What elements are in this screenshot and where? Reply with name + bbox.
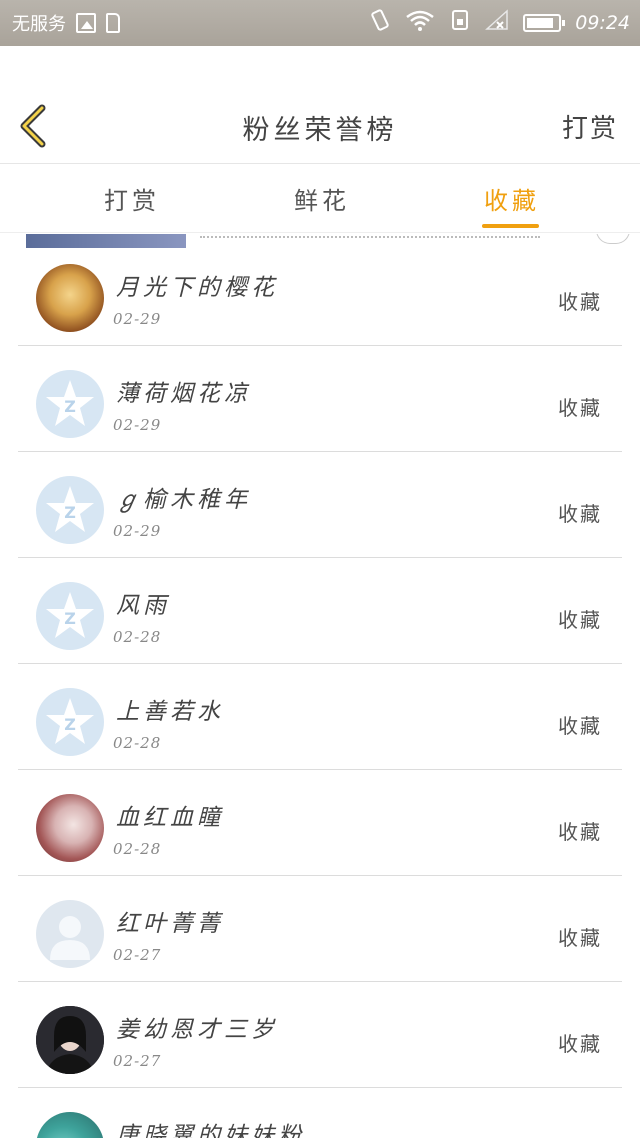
item-action: 收藏: [558, 396, 602, 420]
clock: 09:24: [575, 11, 630, 34]
item-date: 02-28: [113, 628, 162, 646]
item-date: 02-29: [113, 416, 162, 434]
carrier-text: 无服务: [12, 14, 66, 35]
no-signal-icon: [485, 9, 509, 36]
tab-bar: 打赏 鲜花 收藏: [0, 165, 640, 233]
item-action: 收藏: [558, 820, 602, 844]
list-item[interactable]: 红叶菁菁 02-27 收藏: [0, 876, 640, 982]
tab-reward[interactable]: 打赏: [104, 181, 160, 216]
list-item[interactable]: Z 上善若水 02-28 收藏: [0, 664, 640, 770]
svg-text:Z: Z: [64, 715, 76, 734]
avatar[interactable]: [36, 1112, 104, 1138]
default-user-icon: [50, 916, 90, 960]
user-name: 风雨: [116, 593, 170, 619]
sd-card-icon: [106, 13, 120, 33]
default-qq-avatar-icon: Z: [46, 380, 94, 426]
item-date: 02-29: [113, 310, 162, 328]
list-item[interactable]: 血红血瞳 02-28 收藏: [0, 770, 640, 876]
page-title: 粉丝荣誉榜: [242, 115, 398, 146]
active-tab-indicator: [482, 224, 539, 228]
list-item[interactable]: 姜幼恩才三岁 02-27 收藏: [0, 982, 640, 1088]
tab-favorites[interactable]: 收藏: [484, 181, 540, 216]
wifi-icon: [405, 9, 435, 36]
list-item[interactable]: 月光下的樱花 02-29 收藏: [0, 240, 640, 346]
item-action: 收藏: [558, 714, 602, 738]
tab-flowers[interactable]: 鲜花: [294, 181, 350, 216]
svg-text:Z: Z: [64, 609, 76, 628]
user-name: 上善若水: [116, 699, 224, 725]
item-date: 02-28: [113, 840, 162, 858]
default-qq-avatar-icon: Z: [46, 592, 94, 638]
reward-button[interactable]: 打赏: [562, 108, 618, 145]
item-action: 收藏: [558, 926, 602, 950]
list-item[interactable]: Z 薄荷烟花凉 02-29 收藏: [0, 346, 640, 452]
avatar[interactable]: Z: [36, 582, 104, 650]
svg-text:Z: Z: [64, 503, 76, 522]
item-action: 收藏: [558, 502, 602, 526]
avatar[interactable]: Z: [36, 370, 104, 438]
default-qq-avatar-icon: Z: [46, 486, 94, 532]
photo-avatar-image: [36, 1006, 104, 1074]
status-right: 09:24: [369, 9, 630, 36]
avatar[interactable]: [36, 1006, 104, 1074]
image-icon: [76, 13, 96, 33]
avatar[interactable]: [36, 794, 104, 862]
item-date: 02-27: [113, 1052, 162, 1070]
item-action: 收藏: [558, 608, 602, 632]
item-action: 收藏: [558, 1134, 602, 1138]
user-name: 红叶菁菁: [116, 911, 224, 937]
user-name: 薄荷烟花凉: [116, 381, 251, 407]
user-name: 月光下的樱花: [116, 275, 278, 301]
avatar[interactable]: Z: [36, 476, 104, 544]
user-name: 血红血瞳: [116, 805, 224, 831]
vibrate-icon: [369, 9, 391, 36]
item-action: 收藏: [558, 290, 602, 314]
user-name: 唐晓翼的妹妹粉: [116, 1123, 305, 1138]
item-date: 02-29: [113, 522, 162, 540]
avatar[interactable]: Z: [36, 688, 104, 756]
status-bar: 无服务 09:24: [0, 0, 640, 46]
avatar[interactable]: [36, 900, 104, 968]
item-date: 02-27: [113, 946, 162, 964]
list-item[interactable]: Z 风雨 02-28 收藏: [0, 558, 640, 664]
default-qq-avatar-icon: Z: [46, 698, 94, 744]
battery-icon: [523, 13, 566, 32]
ad-banner-text: [200, 234, 540, 238]
item-action: 收藏: [558, 1032, 602, 1056]
list-item[interactable]: Z ℊ榆木稚年 02-29 收藏: [0, 452, 640, 558]
list-item[interactable]: 唐晓翼的妹妹粉 收藏: [0, 1088, 640, 1138]
avatar[interactable]: [36, 264, 104, 332]
item-date: 02-28: [113, 734, 162, 752]
status-left: 无服务: [12, 10, 120, 36]
user-name: ℊ榆木稚年: [116, 487, 251, 513]
user-name: 姜幼恩才三岁: [116, 1017, 278, 1043]
header: 粉丝荣誉榜 打赏: [0, 46, 640, 164]
fan-list[interactable]: 月光下的樱花 02-29 收藏 Z 薄荷烟花凉 02-29 收藏 Z ℊ榆木稚年…: [0, 234, 640, 1138]
sim-icon: [449, 9, 471, 36]
svg-text:Z: Z: [64, 397, 76, 416]
